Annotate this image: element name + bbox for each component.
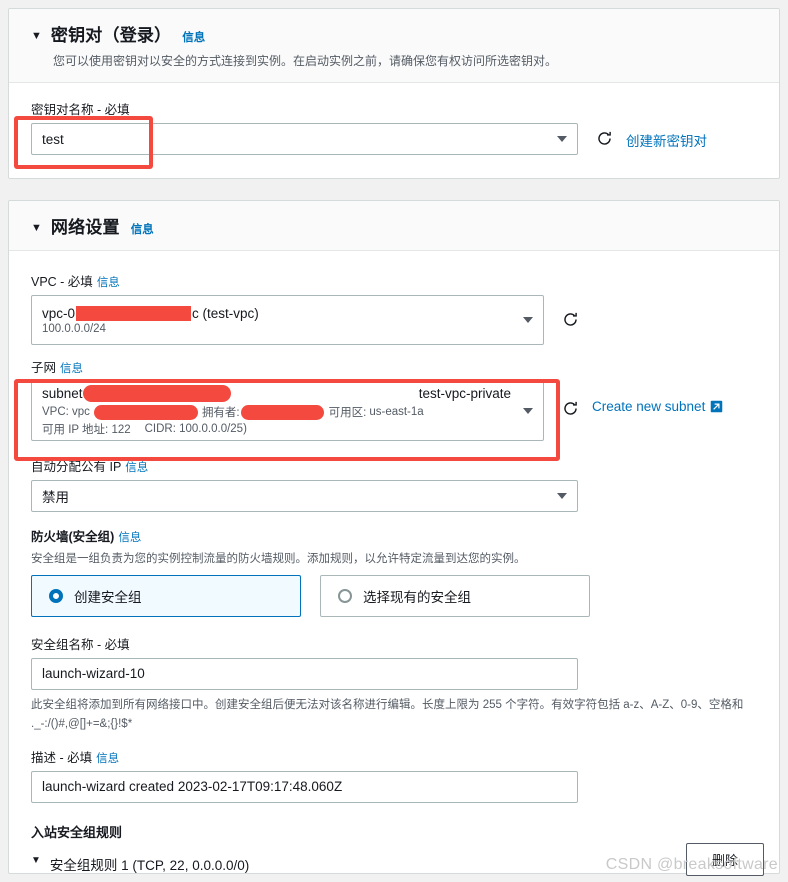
network-settings-title: 网络设置 — [50, 218, 120, 237]
sg-name-helper: 此安全组将添加到所有网络接口中。创建安全组后便无法对该名称进行编辑。长度上限为 … — [31, 698, 744, 730]
network-settings-panel: ▼ 网络设置 信息 VPC - 必填 信息 vpc-0 c (test-vpc) — [8, 200, 780, 874]
sg-description-info-link[interactable]: 信息 — [96, 750, 119, 766]
subnet-owner-label: 拥有者: — [201, 407, 240, 419]
chevron-down-icon — [557, 136, 567, 142]
vpc-info-link[interactable]: 信息 — [97, 274, 120, 290]
watermark: CSDN @breaksoftware — [605, 856, 778, 873]
collapse-caret-icon[interactable]: ▼ — [31, 31, 42, 42]
vpc-value-prefix: vpc-0 — [42, 305, 76, 321]
external-link-icon — [711, 400, 723, 413]
key-pair-body: 密钥对名称 - 必填 test 创建新密钥对 — [9, 83, 779, 171]
radio-button-icon — [338, 588, 352, 603]
subnet-cidr: CIDR: 100.0.0.0/25) — [144, 423, 247, 435]
subnet-control-row: subnet test-vpc-private VPC: vpc 拥有者: 可用… — [31, 381, 757, 441]
radio-button-icon — [49, 588, 63, 603]
subnet-select[interactable]: subnet test-vpc-private VPC: vpc 拥有者: 可用… — [31, 381, 544, 441]
inbound-rules-heading: 入站安全组规则 — [31, 824, 123, 840]
sg-name-value: launch-wizard-10 — [42, 666, 145, 682]
sg-description-input[interactable]: launch-wizard created 2023-02-17T09:17:4… — [31, 770, 578, 803]
sg-description-value: launch-wizard created 2023-02-17T09:17:4… — [42, 779, 343, 795]
key-pair-select[interactable]: test — [31, 123, 578, 155]
refresh-icon[interactable] — [562, 311, 579, 328]
subnet-az-label: 可用区: — [328, 407, 367, 419]
subnet-name: test-vpc-private — [418, 386, 511, 401]
network-settings-body: VPC - 必填 信息 vpc-0 c (test-vpc) 100.0.0.0… — [9, 251, 779, 882]
vpc-select[interactable]: vpc-0 c (test-vpc) 100.0.0.0/24 — [31, 295, 544, 345]
firewall-info-link[interactable]: 信息 — [118, 529, 141, 545]
key-pair-title: 密钥对（登录） — [50, 26, 172, 45]
sg-name-label: 安全组名称 - 必填 — [31, 637, 130, 652]
sg-description-label: 描述 - 必填 信息 — [31, 750, 120, 766]
key-pair-control-row: test 创建新密钥对 — [31, 123, 757, 155]
firewall-option-select-label: 选择现有的安全组 — [363, 589, 471, 605]
sg-name-input[interactable]: launch-wizard-10 — [31, 657, 578, 690]
key-pair-info-link[interactable]: 信息 — [182, 29, 205, 45]
public-ip-label: 自动分配公有 IP 信息 — [31, 459, 149, 475]
refresh-icon[interactable] — [562, 400, 579, 417]
firewall-option-create-label: 创建安全组 — [74, 589, 142, 605]
vpc-cidr: 100.0.0.0/24 — [42, 322, 106, 335]
firewall-option-group: 创建安全组 选择现有的安全组 — [31, 574, 757, 617]
subnet-info-link[interactable]: 信息 — [60, 360, 83, 376]
refresh-icon[interactable] — [596, 130, 613, 147]
launch-instance-page: ▼ 密钥对（登录） 信息 您可以使用密钥对以安全的方式连接到实例。在启动实例之前… — [0, 0, 788, 882]
redaction-block — [82, 385, 231, 402]
collapse-caret-icon[interactable]: ▼ — [31, 223, 42, 234]
network-settings-header: ▼ 网络设置 信息 — [9, 201, 779, 251]
create-new-subnet-link[interactable]: Create new subnet — [592, 399, 723, 414]
redaction-block — [93, 404, 198, 420]
vpc-label: VPC - 必填 信息 — [31, 274, 120, 290]
redaction-block — [76, 305, 192, 321]
firewall-option-select-existing[interactable]: 选择现有的安全组 — [320, 574, 590, 617]
subnet-available-ip: 可用 IP 地址: 122 — [42, 424, 131, 436]
redaction-block — [240, 404, 324, 420]
firewall-label: 防火墙(安全组) 信息 — [31, 529, 142, 545]
chevron-down-icon — [557, 493, 567, 499]
key-pair-header: ▼ 密钥对（登录） 信息 您可以使用密钥对以安全的方式连接到实例。在启动实例之前… — [9, 9, 779, 83]
create-new-key-pair-link[interactable]: 创建新密钥对 — [626, 130, 707, 150]
chevron-down-icon — [523, 317, 533, 323]
vpc-control-row: vpc-0 c (test-vpc) 100.0.0.0/24 — [31, 295, 757, 345]
collapse-caret-icon[interactable]: ▼ — [31, 855, 41, 866]
subnet-value-prefix: subnet — [42, 386, 83, 401]
network-settings-info-link[interactable]: 信息 — [131, 221, 154, 237]
key-pair-name-label: 密钥对名称 - 必填 — [31, 103, 130, 117]
subnet-az-value: us-east-1a — [369, 406, 424, 418]
key-pair-description: 您可以使用密钥对以安全的方式连接到实例。在启动实例之前，请确保您有权访问所选密钥… — [53, 54, 558, 68]
inbound-rule-label: 安全组规则 1 (TCP, 22, 0.0.0.0/0) — [49, 857, 250, 873]
subnet-label: 子网 信息 — [31, 360, 84, 376]
firewall-option-create[interactable]: 创建安全组 — [31, 574, 301, 617]
vpc-value-suffix: c (test-vpc) — [192, 305, 259, 321]
public-ip-value: 禁用 — [42, 490, 69, 505]
subnet-vpc-label: VPC: vpc — [42, 406, 90, 418]
public-ip-select[interactable]: 禁用 — [31, 480, 578, 512]
key-pair-selected-value: test — [42, 131, 64, 147]
key-pair-panel: ▼ 密钥对（登录） 信息 您可以使用密钥对以安全的方式连接到实例。在启动实例之前… — [8, 8, 780, 179]
firewall-description: 安全组是一组负责为您的实例控制流量的防火墙规则。添加规则，以允许特定流量到达您的… — [31, 553, 526, 565]
chevron-down-icon — [523, 408, 533, 414]
public-ip-info-link[interactable]: 信息 — [125, 459, 148, 475]
